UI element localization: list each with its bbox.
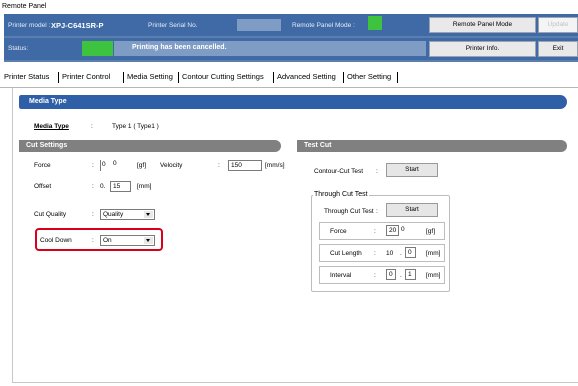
offset-input[interactable]: 15 [110, 181, 131, 192]
serial-number-label: Printer Serial No. [148, 22, 198, 29]
tab-media-setting[interactable]: Media Setting [127, 72, 173, 81]
header-info-row: Printer model : XPJ-C641SR-P Printer Ser… [4, 14, 578, 36]
media-type-label: Media Type [34, 123, 69, 130]
serial-number-field [237, 19, 281, 31]
cut-length-dot: . [400, 250, 402, 257]
test-cut-header-text: Test Cut [304, 142, 332, 149]
cut-length-decimal-input[interactable]: 0 [405, 247, 416, 258]
through-cut-test-label: Through Cut Test [324, 208, 374, 215]
force-value: 0 [113, 160, 117, 167]
cut-quality-label: Cut Quality [34, 211, 67, 218]
interval-decimal-input[interactable]: 1 [405, 269, 416, 280]
offset-unit: [mm] [137, 183, 152, 190]
cut-settings-header: Cut Settings [19, 140, 281, 152]
tab-separator [273, 72, 274, 83]
contour-cut-start-button[interactable]: Start [386, 163, 438, 177]
cut-quality-sep: : [92, 211, 94, 218]
header-status-row: Status: Printing has been cancelled. Pri… [4, 38, 578, 60]
media-type-header: Media Type [19, 95, 567, 109]
offset-sep: : [92, 183, 94, 190]
through-cut-test-group-title: Through Cut Test [313, 191, 369, 198]
cut-length-label: Cut Length [330, 250, 362, 257]
through-force-suffix: 0 [401, 226, 405, 233]
force-sep: : [92, 162, 94, 169]
velocity-sep: : [218, 162, 220, 169]
through-force-input[interactable]: 20 [386, 225, 399, 236]
interval-dot: . [400, 272, 402, 279]
cool-down-highlight [35, 228, 163, 251]
remote-mode-indicator [368, 16, 382, 30]
remote-panel-mode-button[interactable]: Remote Panel Mode [429, 17, 536, 33]
tab-other-setting[interactable]: Other Setting [347, 72, 391, 81]
velocity-unit: [mm/s] [265, 162, 285, 169]
media-type-value: Type 1 ( Type1 ) [112, 123, 159, 130]
cut-length-sep: : [374, 250, 376, 257]
tab-separator [58, 72, 59, 83]
status-indicator [82, 41, 113, 56]
tab-separator [343, 72, 344, 83]
interval-unit: [mm] [426, 272, 441, 279]
cut-quality-select[interactable]: Quality [100, 209, 155, 220]
offset-label: Offset [34, 183, 52, 190]
remote-mode-label: Remote Panel Mode : [292, 22, 355, 29]
contour-cut-test-label: Contour-Cut Test [314, 168, 364, 175]
tab-bar: Printer Status Printer Control Media Set… [0, 72, 578, 86]
tab-printer-control[interactable]: Printer Control [62, 72, 110, 81]
interval-input[interactable]: 0 [386, 269, 396, 280]
velocity-label: Velocity [160, 162, 183, 169]
contour-cut-test-sep: : [376, 168, 378, 175]
remote-panel-window: Remote Panel Printer model : XPJ-C641SR-… [0, 0, 578, 386]
tab-contour-cutting-settings[interactable]: Contour Cutting Settings [182, 72, 264, 81]
through-force-label: Force [330, 228, 347, 235]
offset-prefix: 0. [100, 183, 106, 190]
media-type-header-text: Media Type [29, 98, 67, 105]
velocity-input[interactable]: 150 [228, 160, 262, 171]
printer-model-value: XPJ-C641SR-P [51, 21, 104, 30]
tab-separator [123, 72, 124, 83]
test-cut-header: Test Cut [297, 140, 567, 152]
printer-info-button[interactable]: Printer Info. [429, 41, 536, 57]
interval-sep: : [374, 272, 376, 279]
tab-advanced-setting[interactable]: Advanced Setting [277, 72, 336, 81]
cut-length-unit: [mm] [426, 250, 441, 257]
through-cut-test-sep: : [376, 208, 378, 215]
tab-printer-status[interactable]: Printer Status [4, 72, 49, 81]
force-label: Force [34, 162, 51, 169]
interval-label: Interval [330, 272, 352, 279]
header-panel: Printer model : XPJ-C641SR-P Printer Ser… [4, 14, 578, 62]
printer-model-label: Printer model : [8, 22, 51, 29]
chevron-down-icon [144, 211, 153, 218]
through-force-sep: : [374, 228, 376, 235]
tab-separator [397, 72, 398, 83]
update-button[interactable]: Update [538, 17, 578, 33]
media-type-sep: : [91, 123, 93, 130]
status-text: Printing has been cancelled. [132, 44, 227, 51]
force-prefix-field[interactable]: 0 [100, 160, 109, 171]
through-force-unit: [gf] [426, 228, 436, 235]
window-title: Remote Panel [0, 0, 578, 14]
tab-separator [178, 72, 179, 83]
force-unit: [gf] [137, 162, 147, 169]
status-label: Status: [8, 45, 29, 52]
through-cut-start-button[interactable]: Start [386, 203, 438, 217]
exit-button[interactable]: Exit [538, 41, 578, 57]
cut-quality-value: Quality [103, 211, 124, 218]
cut-length-value: 10 [386, 250, 394, 257]
cut-settings-header-text: Cut Settings [26, 142, 68, 149]
